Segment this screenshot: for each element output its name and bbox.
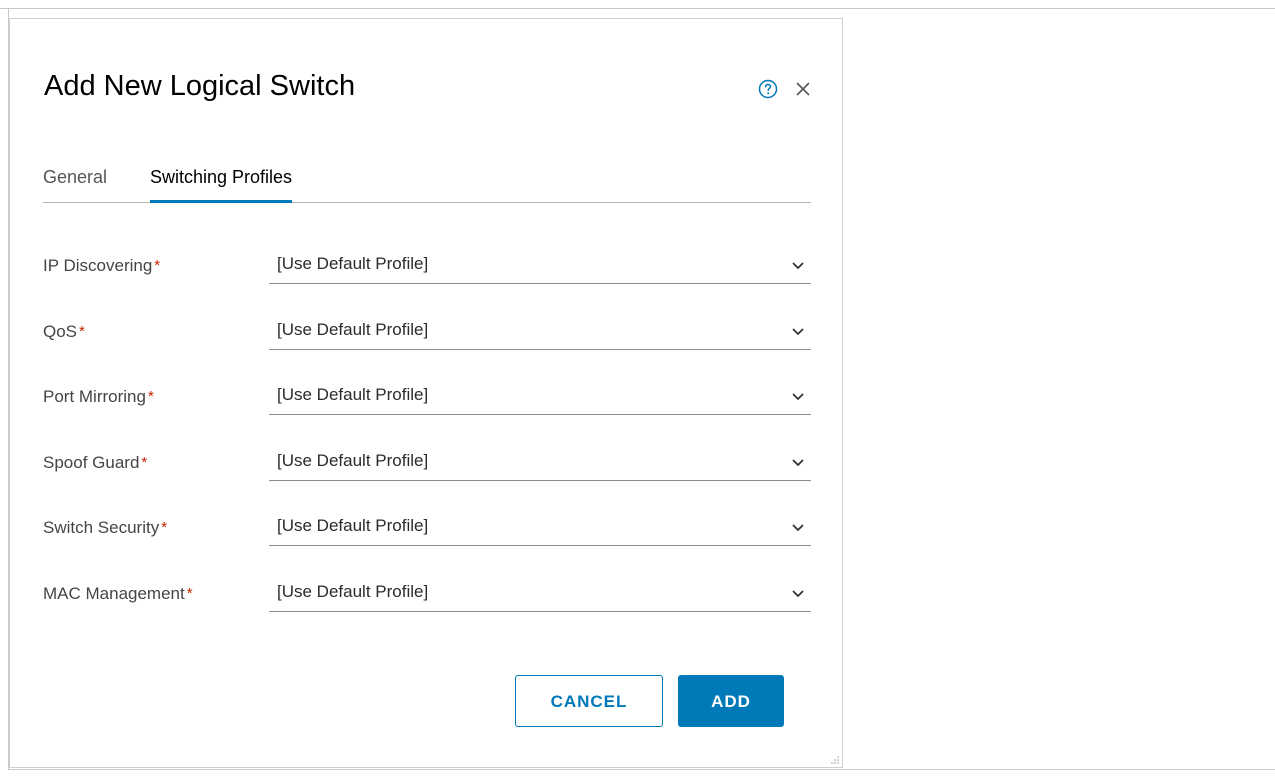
help-circle-icon[interactable]: [758, 79, 778, 99]
form-row-port-mirroring: Port Mirroring * [Use Default Profile]: [43, 380, 811, 416]
chevron-down-icon: [792, 590, 804, 597]
tab-switching-profiles-label: Switching Profiles: [150, 167, 293, 187]
field-label: MAC Management *: [43, 583, 193, 606]
mac-management-label: MAC Management: [43, 584, 185, 603]
tab-bar: General Switching Profiles: [43, 165, 811, 203]
chevron-down-icon: [792, 524, 804, 531]
select-value: [Use Default Profile]: [277, 582, 429, 601]
ip-discovering-label: IP Discovering: [43, 256, 153, 275]
port-mirroring-label: Port Mirroring: [43, 387, 146, 406]
select-value: [Use Default Profile]: [277, 254, 429, 273]
field-label: QoS *: [43, 321, 85, 344]
spoof-guard-select[interactable]: [Use Default Profile]: [269, 446, 811, 481]
field-label: Port Mirroring *: [43, 386, 154, 409]
switch-security-select[interactable]: [Use Default Profile]: [269, 511, 811, 546]
select-value: [Use Default Profile]: [277, 516, 429, 535]
select-value: [Use Default Profile]: [277, 385, 429, 404]
field-label: Switch Security *: [43, 517, 167, 540]
switch-security-label: Switch Security: [43, 518, 160, 537]
required-marker: *: [186, 585, 193, 602]
required-marker: *: [141, 454, 148, 471]
background-bottom-border: [8, 769, 1275, 770]
tab-switching-profiles[interactable]: Switching Profiles: [150, 165, 293, 203]
qos-label: QoS: [43, 322, 78, 341]
port-mirroring-select[interactable]: [Use Default Profile]: [269, 380, 811, 415]
form-row-spoof-guard: Spoof Guard * [Use Default Profile]: [43, 446, 811, 482]
required-marker: *: [147, 388, 154, 405]
close-icon[interactable]: [793, 79, 813, 99]
select-value: [Use Default Profile]: [277, 451, 429, 470]
required-marker: *: [161, 519, 168, 536]
chevron-down-icon: [792, 459, 804, 466]
chevron-down-icon: [792, 393, 804, 400]
cancel-button[interactable]: CANCEL: [515, 675, 663, 727]
add-logical-switch-dialog: Add New Logical Switch General Switching…: [9, 18, 843, 768]
tab-general[interactable]: General: [43, 165, 107, 202]
ip-discovering-select[interactable]: [Use Default Profile]: [269, 249, 811, 284]
form-row-switch-security: Switch Security * [Use Default Profile]: [43, 511, 811, 547]
dialog-title: Add New Logical Switch: [44, 70, 356, 102]
form-row-mac-management: MAC Management * [Use Default Profile]: [43, 577, 811, 613]
active-tab-indicator: [150, 200, 293, 203]
mac-management-select[interactable]: [Use Default Profile]: [269, 577, 811, 612]
tab-general-label: General: [43, 167, 108, 187]
spoof-guard-label: Spoof Guard: [43, 453, 140, 472]
background-top-border: [0, 8, 1275, 9]
required-marker: *: [154, 257, 161, 274]
qos-select[interactable]: [Use Default Profile]: [269, 315, 811, 350]
field-label: IP Discovering *: [43, 255, 160, 278]
select-value: [Use Default Profile]: [277, 320, 429, 339]
chevron-down-icon: [792, 262, 804, 269]
add-button[interactable]: ADD: [678, 675, 784, 727]
required-marker: *: [79, 323, 85, 340]
form-row-qos: QoS * [Use Default Profile]: [43, 315, 811, 351]
form-row-ip-discovering: IP Discovering * [Use Default Profile]: [43, 249, 811, 285]
resize-grip-icon[interactable]: [830, 755, 840, 765]
field-label: Spoof Guard *: [43, 452, 147, 475]
chevron-down-icon: [792, 328, 804, 335]
